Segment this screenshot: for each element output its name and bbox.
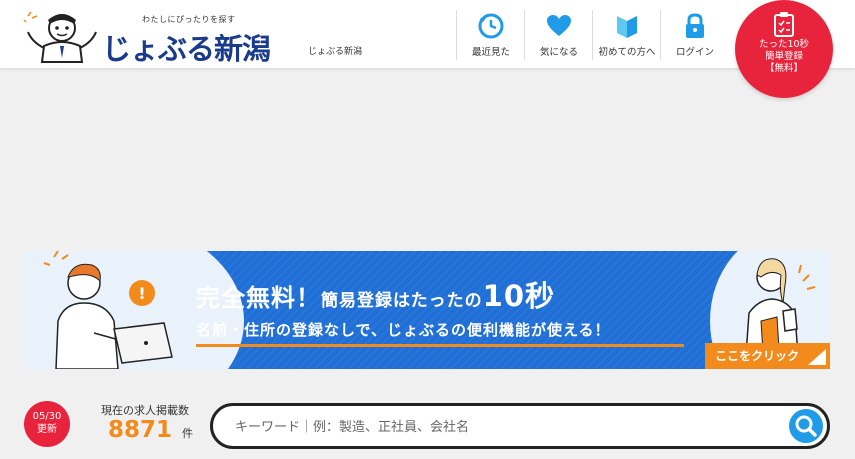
banner-headline-free: 完全無料！: [196, 284, 321, 312]
beginner-icon: [617, 16, 637, 38]
search-button[interactable]: [789, 409, 823, 443]
banner-underline: [196, 344, 684, 347]
quick-register-button[interactable]: たった10秒 簡単登録 【無料】: [735, 0, 833, 98]
banner-subline: 名前・住所の登録なしで、じょぶるの便利機能が使える！: [196, 321, 611, 339]
nav-label: 気になる: [539, 47, 578, 58]
mascot-icon: [23, 11, 97, 63]
search-input[interactable]: [233, 415, 777, 439]
heart-icon: [547, 15, 571, 36]
nav-label: 最近見た: [471, 47, 510, 58]
history-icon: [478, 13, 504, 39]
register-line3: 【無料】: [764, 63, 803, 74]
register-line2: 簡単登録: [764, 51, 803, 62]
banner-headline-register: 簡易登録はたったの: [321, 291, 483, 311]
nav-login[interactable]: ログイン: [660, 10, 729, 60]
logo-text: じょぶる新潟: [102, 32, 271, 66]
nav-label: ログイン: [675, 47, 714, 58]
banner-headline-seconds: 10秒: [482, 279, 556, 313]
corner-arrow-icon: [808, 349, 826, 365]
updated-label: 更新: [37, 424, 57, 435]
click-here-label: ここをクリック: [715, 349, 800, 363]
nav-favorites[interactable]: 気になる: [524, 10, 593, 60]
nav-label: 初めての方へ: [598, 47, 656, 58]
nav-recently-viewed[interactable]: 最近見た: [456, 10, 525, 60]
job-count: 8871: [108, 417, 173, 443]
register-promo-banner[interactable]: ! 完全無料！簡易登録はたったの10秒 名前・住所の登録なしで、じょぶるの便利機…: [24, 251, 830, 369]
register-line1: たった10秒: [758, 39, 810, 50]
banner-headline: 完全無料！簡易登録はたったの10秒: [196, 273, 555, 315]
site-logo[interactable]: わたしにぴったりを探す じょぶる新潟: [22, 4, 302, 66]
click-here-button[interactable]: ここをクリック: [705, 343, 830, 369]
updated-badge: 05/30 更新: [24, 401, 70, 447]
keyword-search-box: [210, 403, 830, 449]
nav-beginners[interactable]: 初めての方へ: [592, 10, 661, 60]
clipboard-icon: [774, 12, 794, 37]
search-icon: [795, 415, 817, 437]
logo-tagline: わたしにぴったりを探す: [142, 15, 236, 24]
site-header: わたしにぴったりを探す じょぶる新潟 じょぶる新潟 最近見た 気になる 初めての…: [0, 0, 855, 68]
person-laptop-illustration: !: [43, 251, 173, 369]
job-count-unit: 件: [182, 427, 193, 440]
lock-icon: [686, 13, 704, 38]
site-name: じょぶる新潟: [308, 47, 363, 57]
svg-text:!: !: [138, 284, 145, 303]
updated-date: 05/30: [32, 411, 62, 422]
job-count-label: 現在の求人掲載数: [101, 404, 189, 417]
